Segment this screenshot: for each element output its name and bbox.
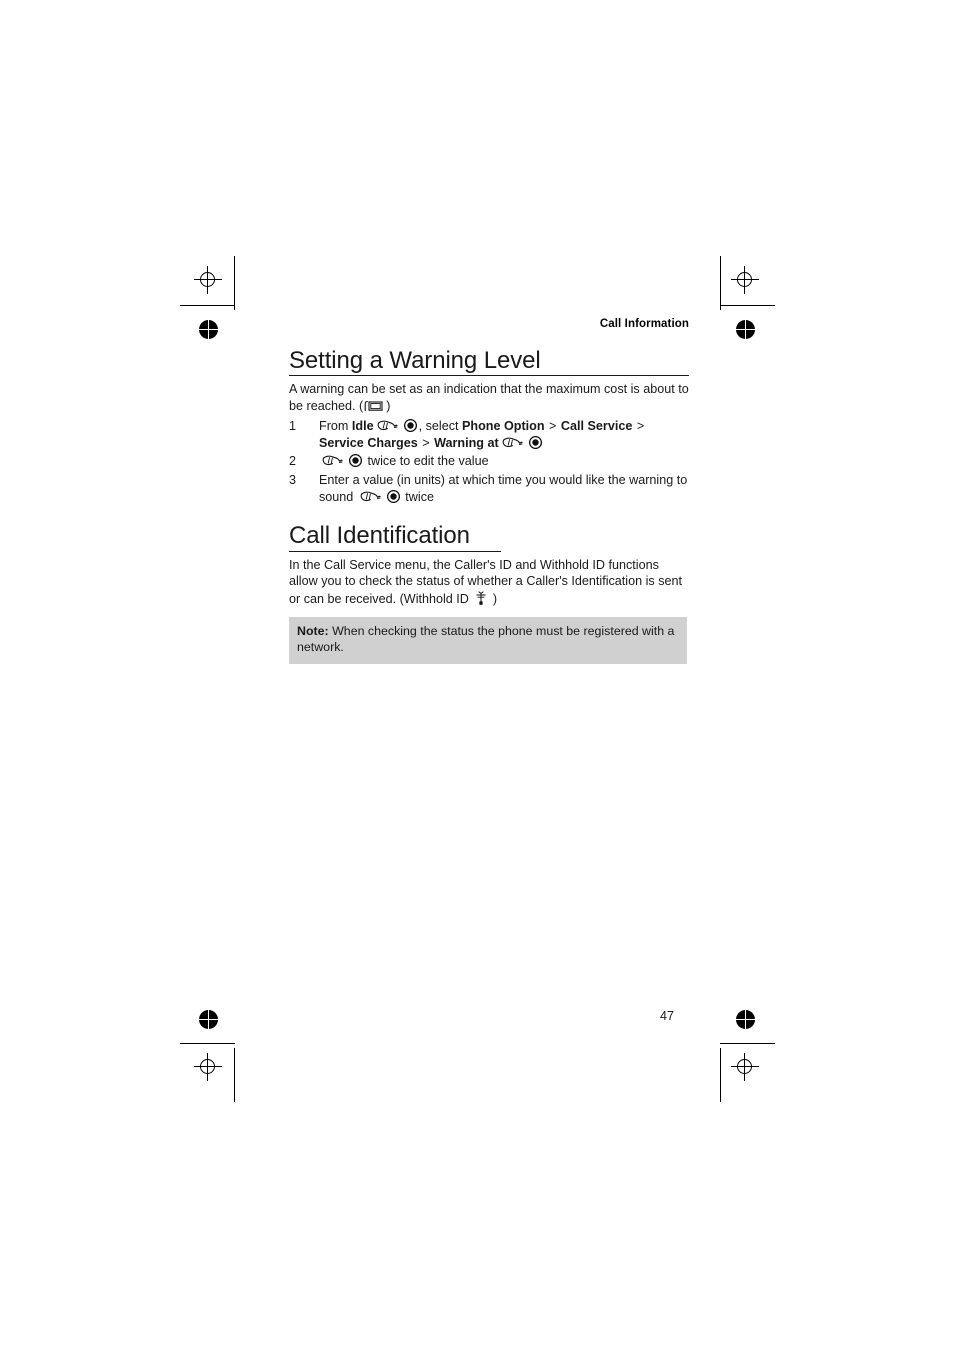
menu-separator: > (545, 418, 560, 433)
crop-mark-line-bottom-left (234, 1048, 235, 1102)
scroll-icon (321, 454, 345, 467)
heading-rule (289, 550, 501, 552)
crop-mark-line-top-left (234, 256, 235, 310)
display-icon (364, 400, 385, 412)
menu-separator: > (418, 436, 434, 451)
steps-list-warning-level: 1 From Idle , select Phone Option > Call … (289, 418, 689, 506)
registration-hline (194, 1066, 222, 1067)
page-number: 47 (660, 1009, 674, 1023)
crop-mark-rule-bottom-left (180, 1043, 235, 1044)
menu-separator: > (633, 418, 645, 433)
registration-crosshair-top-right (731, 266, 759, 294)
registration-dot-top-left (199, 320, 218, 339)
note-text: When checking the status the phone must … (297, 623, 675, 655)
step-text-from: From (319, 418, 352, 433)
registration-vline (207, 266, 208, 294)
registration-vline (207, 1053, 208, 1081)
registration-dot-top-right (736, 320, 755, 339)
step-number: 1 (289, 418, 297, 433)
step-number: 3 (289, 472, 297, 487)
select-icon (386, 489, 400, 503)
select-icon (348, 454, 363, 468)
registration-vline (744, 1053, 745, 1081)
section-intro-call-identification: In the Call Service menu, the Caller's I… (289, 557, 689, 608)
registration-crosshair-bottom-right (731, 1053, 759, 1081)
scroll-icon (359, 490, 383, 503)
menu-term-phone-option: Phone Option (462, 418, 545, 433)
registration-dot-bottom-right (736, 1010, 755, 1029)
section-intro-text: A warning can be set as an indication th… (289, 382, 689, 414)
note-box: Note: When checking the status the phone… (289, 616, 687, 664)
registration-dot-hline (199, 329, 218, 330)
registration-crosshair-bottom-left (194, 1053, 222, 1081)
running-head: Call Information (599, 318, 689, 330)
heading-rule (289, 375, 689, 377)
step-text: From Idle , select Phone Option > Call Se… (319, 418, 689, 453)
registration-dot-hline (736, 329, 755, 330)
list-item: 1 From Idle , select Phone Option > Call … (289, 418, 689, 453)
menu-term-idle: Idle (351, 418, 374, 433)
registration-hline (194, 279, 222, 280)
crop-mark-rule-top-left (180, 305, 235, 306)
list-item: 3 Enter a value (in units) at which time… (289, 472, 689, 507)
select-icon (403, 418, 417, 432)
registration-dot-hline (199, 1019, 218, 1020)
note-label: Note: (297, 623, 329, 638)
page-content: Call Information Setting a Warning Level… (289, 318, 689, 664)
menu-term-call-service: Call Service (560, 418, 633, 433)
section-intro-suffix: ) (386, 399, 391, 414)
antenna-icon (474, 590, 488, 606)
step-text-body: twice to edit the value (364, 454, 489, 469)
crop-mark-rule-bottom-right (720, 1043, 775, 1044)
registration-hline (731, 279, 759, 280)
step-text-select: , select (418, 418, 462, 433)
step-text-suffix: twice (401, 489, 435, 504)
page-title-call-identification: Call Identification (289, 522, 470, 550)
crop-mark-rule-top-right (720, 305, 775, 306)
step-text: twice to edit the value (319, 453, 689, 470)
menu-term-warning-at: Warning at (434, 436, 499, 451)
page-title: Setting a Warning Level (289, 347, 541, 374)
scroll-icon (376, 419, 400, 432)
step-text: Enter a value (in units) at which time y… (319, 472, 689, 507)
section-intro-suffix: ) (492, 591, 498, 606)
scroll-icon (501, 436, 525, 449)
registration-dot-hline (736, 1019, 755, 1020)
registration-crosshair-top-left (194, 266, 222, 294)
select-icon (528, 436, 542, 450)
registration-vline (744, 266, 745, 294)
step-number: 2 (289, 454, 297, 469)
menu-term-service-charges: Service Charges (319, 436, 418, 451)
section-intro-warning-level: A warning can be set as an indication th… (289, 381, 689, 414)
crop-mark-line-top-right (720, 256, 721, 310)
registration-hline (731, 1066, 759, 1067)
registration-dot-bottom-left (199, 1010, 218, 1029)
crop-mark-line-bottom-right (720, 1048, 721, 1102)
list-item: 2 twice to edit the value (289, 453, 689, 470)
